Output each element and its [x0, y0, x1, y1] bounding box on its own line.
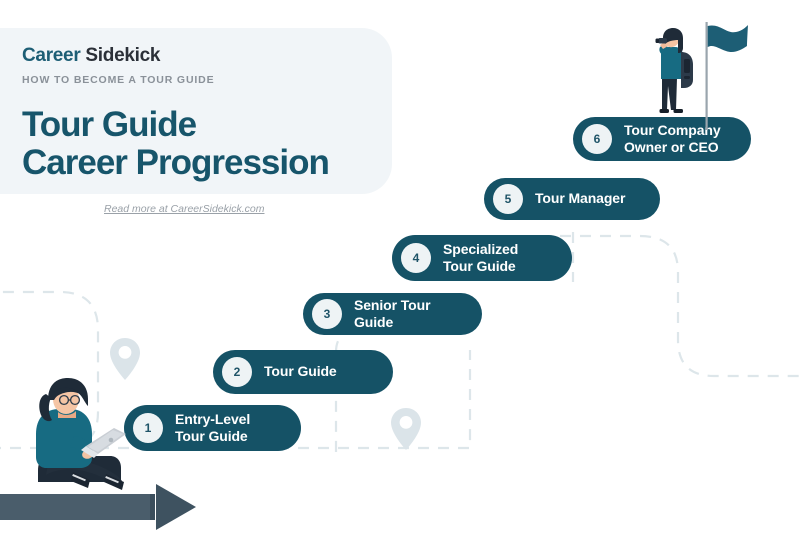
logo-sidekick: Sidekick — [85, 45, 161, 66]
step-label-2: Tour Guide — [264, 363, 337, 380]
read-more-link[interactable]: Read more at CareerSidekick.com — [104, 203, 264, 215]
title-line-1: Tour Guide — [22, 105, 197, 144]
step-number-badge-6: 6 — [582, 124, 612, 154]
step-number-badge-5: 5 — [493, 184, 523, 214]
step-label-5: Tour Manager — [535, 190, 626, 207]
step-label-1: Entry-Level Tour Guide — [175, 410, 251, 445]
step-pill-2[interactable]: 2 Tour Guide — [213, 350, 393, 394]
step-label-4: Specialized Tour Guide — [443, 240, 519, 275]
brand-logo: Career Sidekick — [22, 46, 372, 65]
step-number-badge-3: 3 — [312, 299, 342, 329]
step-pill-5[interactable]: 5 Tour Manager — [484, 178, 660, 220]
step-label-3: Senior Tour Guide — [354, 296, 431, 331]
title-line-2: Career Progression — [22, 142, 330, 182]
header-card: Career Sidekick HOW TO BECOME A TOUR GUI… — [0, 28, 392, 194]
hiker-with-binoculars-illustration — [655, 28, 693, 113]
step-pill-1[interactable]: 1 Entry-Level Tour Guide — [124, 405, 301, 451]
logo-career: Career — [22, 45, 81, 66]
infographic-canvas: Career Sidekick HOW TO BECOME A TOUR GUI… — [0, 0, 800, 533]
page-title: Tour Guide Career Progression — [22, 106, 372, 182]
progress-arrow — [0, 484, 196, 530]
map-pin-icon-center — [391, 408, 421, 450]
step-number-badge-4: 4 — [401, 243, 431, 273]
dashed-path-right — [560, 234, 800, 378]
kicker-text: HOW TO BECOME A TOUR GUIDE — [22, 74, 215, 86]
map-pin-icon-left — [110, 338, 140, 380]
step-pill-4[interactable]: 4 Specialized Tour Guide — [392, 235, 572, 281]
step-pill-3[interactable]: 3 Senior Tour Guide — [303, 293, 482, 335]
step-number-badge-2: 2 — [222, 357, 252, 387]
